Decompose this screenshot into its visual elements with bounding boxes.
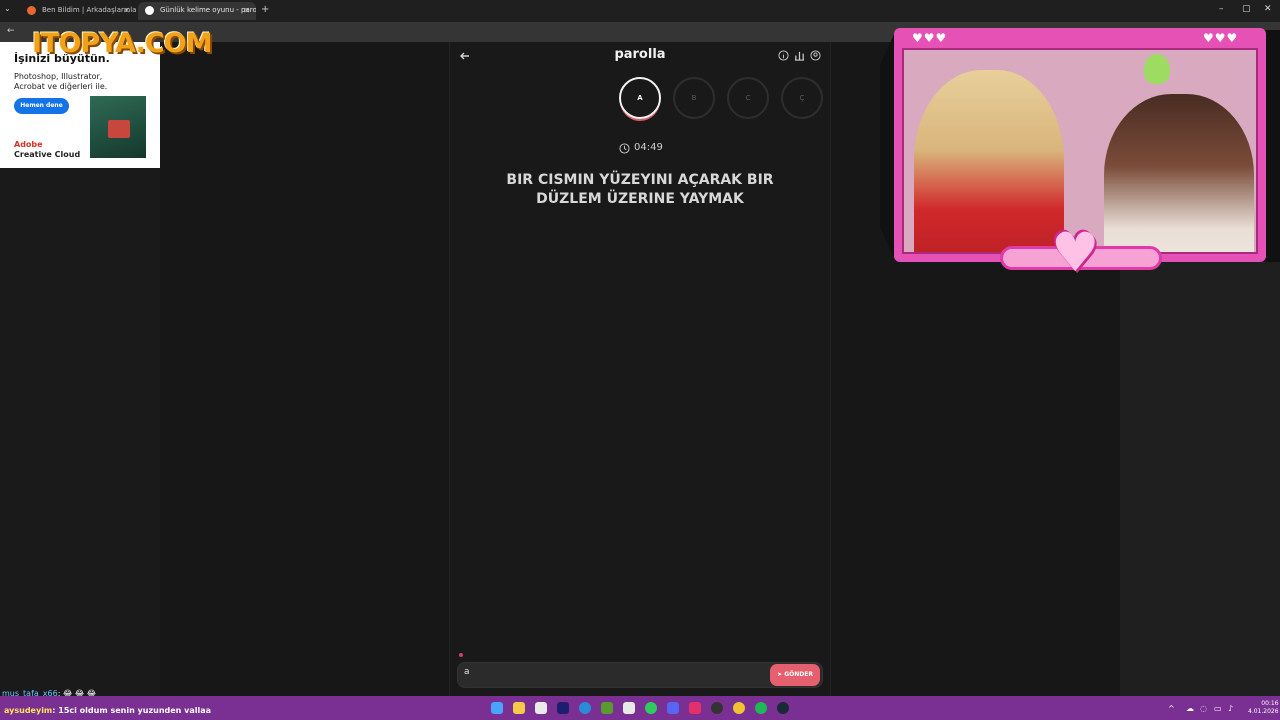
spotify-icon[interactable]	[755, 702, 767, 714]
clock-date: 4.01.2026	[1248, 708, 1279, 715]
close-window-button[interactable]: ✕	[1264, 4, 1272, 14]
parolla-favicon-icon	[145, 6, 154, 15]
chat-line-2: aysudeyim: 15ci oldum senin yuzunden val…	[4, 706, 211, 715]
benbildim-favicon-icon	[27, 6, 36, 15]
onedrive-icon[interactable]: ☁	[1186, 704, 1194, 713]
display-icon[interactable]: ▭	[1214, 704, 1222, 713]
mouse-cursor	[459, 653, 463, 657]
app-icon[interactable]	[623, 702, 635, 714]
clock-time: 00:16	[1261, 700, 1279, 707]
alien-figure	[1144, 54, 1170, 84]
steam-icon[interactable]	[777, 702, 789, 714]
discord-icon[interactable]	[667, 702, 679, 714]
clue-text: BIR CISMIN YÜZEYINI AÇARAK BIR DÜZLEM ÜZ…	[506, 172, 774, 207]
premiere-icon[interactable]	[557, 702, 569, 714]
instagram-icon[interactable]	[689, 702, 701, 714]
send-label: GÖNDER	[784, 671, 813, 678]
streamer-2	[1104, 94, 1254, 252]
chrome-icon[interactable]	[733, 702, 745, 714]
send-button[interactable]: ➤ GÖNDER	[770, 664, 820, 686]
maximize-button[interactable]: ▢	[1242, 4, 1251, 14]
overlay-heart-icon: ♥	[1051, 221, 1100, 284]
back-arrow-icon[interactable]	[458, 49, 472, 63]
volume-icon[interactable]: ♪	[1228, 704, 1233, 713]
tab-label: Ben Bildim | Arkadaşlarınla Onli	[42, 6, 136, 14]
tab-parolla[interactable]: Günlük kelime oyunu - parolla ✕	[138, 2, 256, 20]
stats-icon[interactable]	[794, 50, 805, 61]
close-tab-icon[interactable]: ✕	[243, 2, 250, 19]
tab-label: Günlük kelime oyunu - parolla	[160, 6, 256, 14]
answer-input[interactable]	[457, 662, 823, 688]
minecraft-icon[interactable]	[601, 702, 613, 714]
game-panel	[449, 42, 831, 696]
right-sidebar	[1120, 260, 1280, 696]
ad-body-text: Photoshop, Illustrator, Acrobat ve diğer…	[14, 72, 108, 91]
close-tab-icon[interactable]: ✕	[123, 2, 130, 19]
letter-c-cedilla[interactable]: Ç	[781, 77, 823, 119]
profile-icon[interactable]	[810, 50, 821, 61]
letter-b[interactable]: B	[673, 77, 715, 119]
left-sidebar	[0, 168, 160, 696]
browser-back-icon[interactable]: ←	[7, 26, 15, 36]
new-tab-button[interactable]: +	[261, 4, 269, 15]
page-title: parolla	[614, 47, 666, 62]
edge-icon[interactable]	[579, 702, 591, 714]
overlay-hearts-right: ♥♥♥	[1203, 31, 1239, 45]
ad-brand-creative-cloud: Creative Cloud	[14, 150, 81, 159]
tray-chevron-icon[interactable]: ^	[1168, 704, 1175, 713]
streamer-1	[914, 70, 1064, 252]
tab-list-chevron-icon[interactable]: ⌄	[4, 4, 11, 13]
tab-benbildim[interactable]: Ben Bildim | Arkadaşlarınla Onli ✕	[20, 2, 136, 20]
letter-a[interactable]: A	[619, 77, 661, 119]
taskbar-clock[interactable]: 00:16 4.01.2026	[1248, 700, 1279, 716]
chat-user: aysudeyim	[4, 706, 53, 715]
chat-message: : 15ci oldum senin yuzunden vallaa	[52, 706, 212, 715]
timer: 04:49	[634, 142, 663, 153]
info-icon[interactable]	[778, 50, 789, 61]
ad-photo	[90, 96, 146, 158]
itopya-watermark-logo: ITOPYA.COM	[32, 28, 212, 59]
letter-c[interactable]: C	[727, 77, 769, 119]
network-icon[interactable]: ◌	[1200, 704, 1207, 713]
whatsapp-icon[interactable]	[645, 702, 657, 714]
start-icon[interactable]	[491, 702, 503, 714]
answer-input-value[interactable]: a	[464, 667, 470, 677]
ad-cta-button[interactable]: Hemen dene	[14, 98, 69, 114]
ad-brand-adobe: Adobe	[14, 140, 43, 149]
notepad-icon[interactable]	[535, 702, 547, 714]
clock-icon	[619, 143, 630, 154]
obs-icon[interactable]	[711, 702, 723, 714]
overlay-hearts-left: ♥♥♥	[912, 31, 948, 45]
file-explorer-icon[interactable]	[513, 702, 525, 714]
minimize-button[interactable]: –	[1219, 4, 1224, 14]
